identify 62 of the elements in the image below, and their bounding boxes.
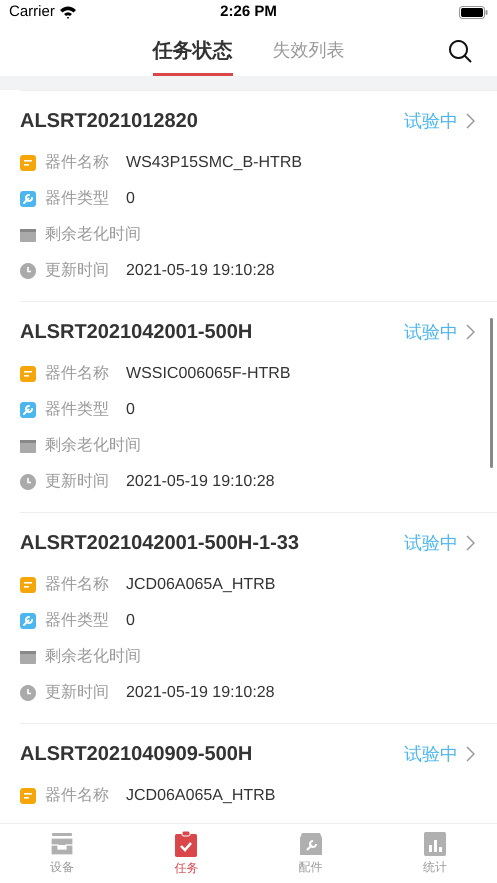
field-label: 剩余老化时间 xyxy=(45,224,141,245)
task-status[interactable]: 试验中 xyxy=(404,108,458,134)
task-title: ALSRT2021042001-500H xyxy=(20,320,252,345)
field-value: 0 xyxy=(126,189,135,209)
field-value: 2021-05-19 19:10:28 xyxy=(126,683,275,703)
chevron-right-icon[interactable] xyxy=(466,324,475,340)
task-status[interactable]: 试验中 xyxy=(404,530,458,556)
document-icon xyxy=(20,788,36,804)
wifi-icon xyxy=(58,6,77,19)
clock-icon xyxy=(20,685,36,701)
task-title: ALSRT2021040909-500H xyxy=(20,742,252,767)
field-value: 2021-05-19 19:10:28 xyxy=(126,261,275,281)
tray-icon xyxy=(50,832,74,856)
clock-icon xyxy=(20,263,36,279)
tab-bar-item[interactable]: 设备 xyxy=(0,824,124,883)
chevron-right-icon[interactable] xyxy=(466,113,475,129)
calendar-icon xyxy=(20,438,36,454)
chevron-right-icon[interactable] xyxy=(466,535,475,551)
field-label: 更新时间 xyxy=(45,682,109,703)
header-tab[interactable]: 失效列表 xyxy=(272,25,344,76)
tab-bar-item[interactable]: 统计 xyxy=(372,824,497,883)
task-title: ALSRT2021042001-500H-1-33 xyxy=(20,531,300,556)
field-label: 器件名称 xyxy=(45,364,109,384)
field-value: 0 xyxy=(126,400,135,420)
carrier-label: Carrier xyxy=(9,2,55,22)
field-label: 器件名称 xyxy=(45,786,109,806)
clipboard-check-icon xyxy=(174,830,198,856)
document-icon xyxy=(20,577,36,593)
calendar-icon xyxy=(20,227,36,243)
document-icon xyxy=(20,366,36,382)
field-value: JCD06A065A_HTRB xyxy=(126,575,276,595)
task-title: ALSRT2021012820 xyxy=(20,109,198,134)
chevron-right-icon[interactable] xyxy=(466,746,475,762)
status-time: 2:26 PM xyxy=(220,2,277,22)
field-value: JCD06A065A_HTRB xyxy=(126,786,276,806)
field-value: 2021-05-19 19:10:28 xyxy=(126,472,275,492)
task-status[interactable]: 试验中 xyxy=(404,318,458,346)
wrench-icon xyxy=(20,613,36,629)
field-label: 器件类型 xyxy=(45,610,109,631)
field-label: 更新时间 xyxy=(45,472,109,492)
field-label: 器件名称 xyxy=(45,575,109,595)
field-value: 0 xyxy=(126,611,135,631)
wrench-icon xyxy=(20,402,36,418)
field-value: WS43P15SMC_B-HTRB xyxy=(126,153,302,173)
task-status[interactable]: 试验中 xyxy=(404,740,458,768)
field-label: 器件类型 xyxy=(45,188,109,209)
wrench-icon xyxy=(20,191,36,207)
clock-icon xyxy=(20,474,36,490)
search-icon[interactable] xyxy=(448,39,472,63)
field-label: 剩余老化时间 xyxy=(45,436,141,456)
field-label: 器件类型 xyxy=(45,400,109,420)
field-label: 更新时间 xyxy=(45,260,109,281)
battery-icon xyxy=(458,6,488,19)
document-icon xyxy=(20,155,36,171)
bar-chart-icon xyxy=(424,832,446,856)
calendar-icon xyxy=(20,649,36,665)
box-wrench-icon xyxy=(298,832,323,856)
tab-bar-item[interactable]: 配件 xyxy=(248,824,373,883)
field-label: 剩余老化时间 xyxy=(45,646,141,667)
field-value: WSSIC006065F-HTRB xyxy=(126,364,290,384)
tab-bar-item[interactable]: 任务 xyxy=(124,824,248,883)
field-label: 器件名称 xyxy=(45,153,109,173)
